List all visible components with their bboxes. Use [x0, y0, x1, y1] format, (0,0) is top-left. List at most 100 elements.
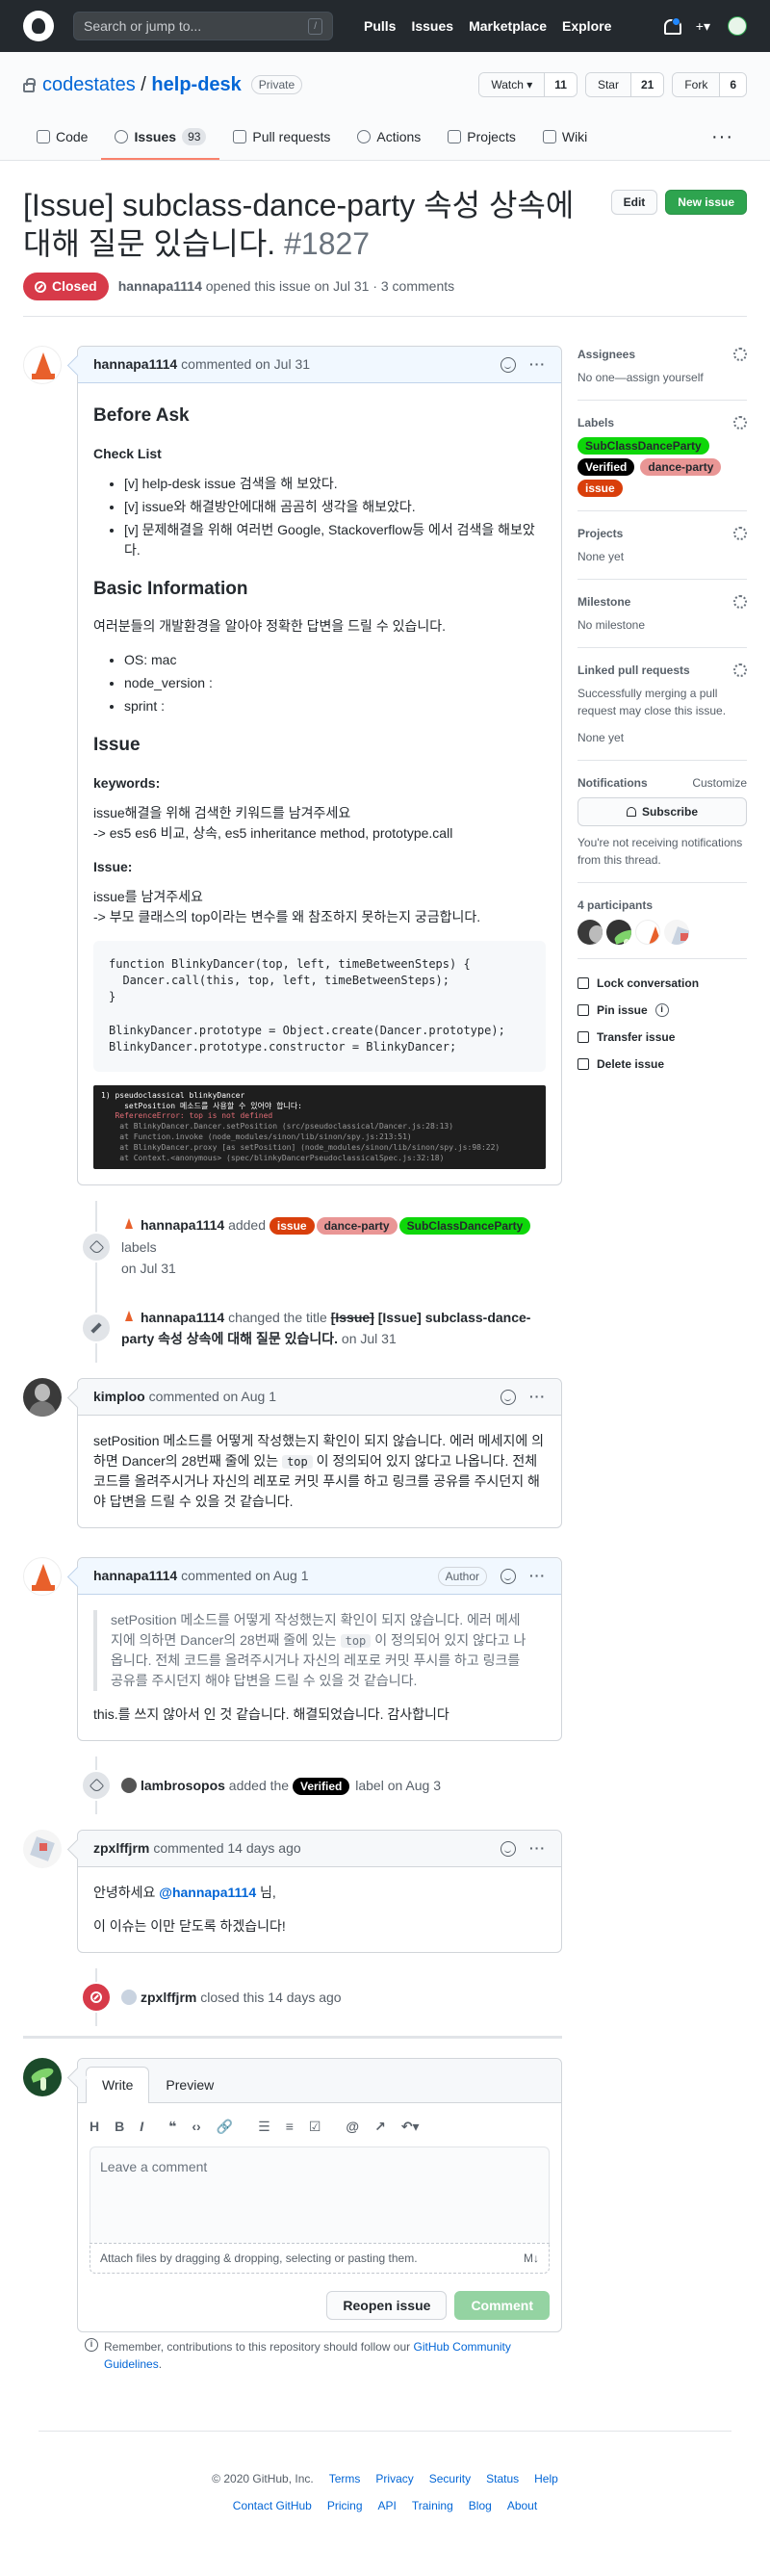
star-button[interactable]: Star 21: [584, 72, 665, 97]
customize-notifications-link[interactable]: Customize: [692, 774, 747, 792]
avatar[interactable]: [23, 1830, 62, 1869]
footer-link-status[interactable]: Status: [486, 2470, 519, 2487]
label-subclassdanceparty[interactable]: SubClassDanceParty: [398, 1217, 531, 1236]
reply-icon[interactable]: ↶▾: [401, 2117, 420, 2137]
preview-tab[interactable]: Preview: [149, 2067, 230, 2102]
projects-gear-icon[interactable]: [733, 527, 747, 540]
comment-author[interactable]: hannapa1114: [93, 354, 177, 375]
task-list-icon[interactable]: ☑: [309, 2117, 321, 2137]
linked-pr-gear-icon[interactable]: [733, 664, 747, 677]
tab-pull-requests[interactable]: Pull requests: [219, 116, 344, 160]
label-issue[interactable]: issue: [578, 480, 623, 497]
notifications-bell-icon[interactable]: [663, 17, 681, 35]
reference-icon[interactable]: ↗: [374, 2117, 386, 2137]
labels-gear-icon[interactable]: [733, 416, 747, 429]
avatar[interactable]: [121, 1990, 137, 2006]
current-user-avatar[interactable]: [23, 2058, 62, 2097]
search-input[interactable]: Search or jump to... /: [73, 12, 333, 40]
comment-author[interactable]: hannapa1114: [93, 1566, 177, 1586]
participant-avatar[interactable]: [635, 920, 660, 945]
create-new-button[interactable]: +▾: [696, 16, 710, 37]
kebab-menu-icon[interactable]: ···: [529, 1838, 546, 1859]
smiley-icon[interactable]: [500, 356, 516, 373]
footer-link-blog[interactable]: Blog: [469, 2497, 492, 2514]
event-actor[interactable]: zpxlffjrm: [141, 1990, 196, 2005]
kebab-menu-icon[interactable]: ···: [529, 354, 546, 375]
avatar[interactable]: [121, 1217, 137, 1234]
event-actor[interactable]: hannapa1114: [141, 1310, 224, 1325]
user-avatar-menu[interactable]: [728, 16, 747, 36]
mention-icon[interactable]: @: [346, 2117, 359, 2137]
footer-link-security[interactable]: Security: [429, 2470, 471, 2487]
pin-issue-button[interactable]: Pin issue i: [578, 1002, 747, 1019]
issue-author-link[interactable]: hannapa1114: [118, 278, 202, 294]
bold-icon[interactable]: B: [115, 2117, 124, 2137]
italic-icon[interactable]: I: [140, 2117, 143, 2137]
nav-pulls[interactable]: Pulls: [364, 16, 396, 37]
footer-link-api[interactable]: API: [378, 2497, 397, 2514]
assignees-gear-icon[interactable]: [733, 348, 747, 361]
comment-button[interactable]: Comment: [454, 2291, 550, 2321]
watch-button[interactable]: Watch ▾ 11: [478, 72, 578, 97]
more-tabs-button[interactable]: ···: [698, 116, 747, 160]
avatar[interactable]: [23, 346, 62, 384]
footer-link-about[interactable]: About: [507, 2497, 537, 2514]
kebab-menu-icon[interactable]: ···: [529, 1387, 546, 1407]
reopen-issue-button[interactable]: Reopen issue: [326, 2291, 448, 2321]
write-tab[interactable]: Write: [86, 2067, 150, 2104]
footer-link-privacy[interactable]: Privacy: [375, 2470, 413, 2487]
watch-count[interactable]: 11: [544, 73, 577, 96]
user-mention-link[interactable]: @hannapa1114: [159, 1885, 256, 1900]
avatar[interactable]: [121, 1309, 137, 1325]
event-actor[interactable]: lambrosopos: [141, 1778, 225, 1793]
label-dance-party[interactable]: dance-party: [316, 1217, 398, 1236]
tab-wiki[interactable]: Wiki: [529, 116, 601, 160]
smiley-icon[interactable]: [500, 1389, 516, 1405]
tab-actions[interactable]: Actions: [344, 116, 434, 160]
avatar[interactable]: [121, 1778, 137, 1794]
numbered-list-icon[interactable]: ≡: [286, 2117, 294, 2137]
link-icon[interactable]: 🔗: [217, 2117, 233, 2137]
tab-projects[interactable]: Projects: [434, 116, 529, 160]
milestone-gear-icon[interactable]: [733, 595, 747, 609]
subscribe-button[interactable]: Subscribe: [578, 797, 747, 826]
avatar[interactable]: [23, 1378, 62, 1418]
smiley-icon[interactable]: [500, 1568, 516, 1584]
new-issue-button[interactable]: New issue: [665, 190, 747, 215]
comment-textarea[interactable]: Leave a comment: [90, 2147, 550, 2244]
repo-owner-link[interactable]: codestates: [42, 74, 136, 95]
footer-link-terms[interactable]: Terms: [329, 2470, 361, 2487]
kebab-menu-icon[interactable]: ···: [529, 1566, 546, 1586]
delete-issue-button[interactable]: Delete issue: [578, 1055, 747, 1073]
avatar[interactable]: [23, 1557, 62, 1597]
smiley-icon[interactable]: [500, 1840, 516, 1857]
event-actor[interactable]: hannapa1114: [141, 1217, 224, 1233]
footer-link-training[interactable]: Training: [412, 2497, 453, 2514]
quote-icon[interactable]: ❝: [168, 2117, 176, 2137]
label-issue[interactable]: issue: [269, 1217, 315, 1236]
github-logo-icon[interactable]: [23, 11, 54, 41]
label-dance-party[interactable]: dance-party: [640, 458, 722, 476]
heading-icon[interactable]: H: [90, 2117, 99, 2137]
nav-explore[interactable]: Explore: [562, 16, 611, 37]
label-verified[interactable]: Verified: [578, 458, 635, 476]
edit-title-button[interactable]: Edit: [610, 190, 658, 215]
attach-files-area[interactable]: Attach files by dragging & dropping, sel…: [90, 2243, 550, 2275]
repo-name-link[interactable]: help-desk: [151, 74, 241, 95]
tab-code[interactable]: Code: [23, 116, 101, 160]
tab-issues[interactable]: Issues 93: [101, 116, 220, 160]
footer-link-contact[interactable]: Contact GitHub: [233, 2497, 312, 2514]
label-subclassdanceparty[interactable]: SubClassDanceParty: [578, 437, 709, 455]
nav-marketplace[interactable]: Marketplace: [469, 16, 547, 37]
fork-count[interactable]: 6: [719, 73, 746, 96]
code-icon[interactable]: ‹›: [192, 2117, 200, 2137]
comment-author[interactable]: kimploo: [93, 1387, 145, 1407]
footer-link-pricing[interactable]: Pricing: [327, 2497, 363, 2514]
comment-author[interactable]: zpxlffjrm: [93, 1838, 149, 1859]
label-verified[interactable]: Verified: [292, 1778, 350, 1796]
footer-link-help[interactable]: Help: [534, 2470, 558, 2487]
transfer-issue-button[interactable]: Transfer issue: [578, 1028, 747, 1046]
assignees-value[interactable]: No one—assign yourself: [578, 369, 747, 386]
bullet-list-icon[interactable]: ☰: [258, 2117, 270, 2137]
participant-avatar[interactable]: [664, 920, 689, 945]
